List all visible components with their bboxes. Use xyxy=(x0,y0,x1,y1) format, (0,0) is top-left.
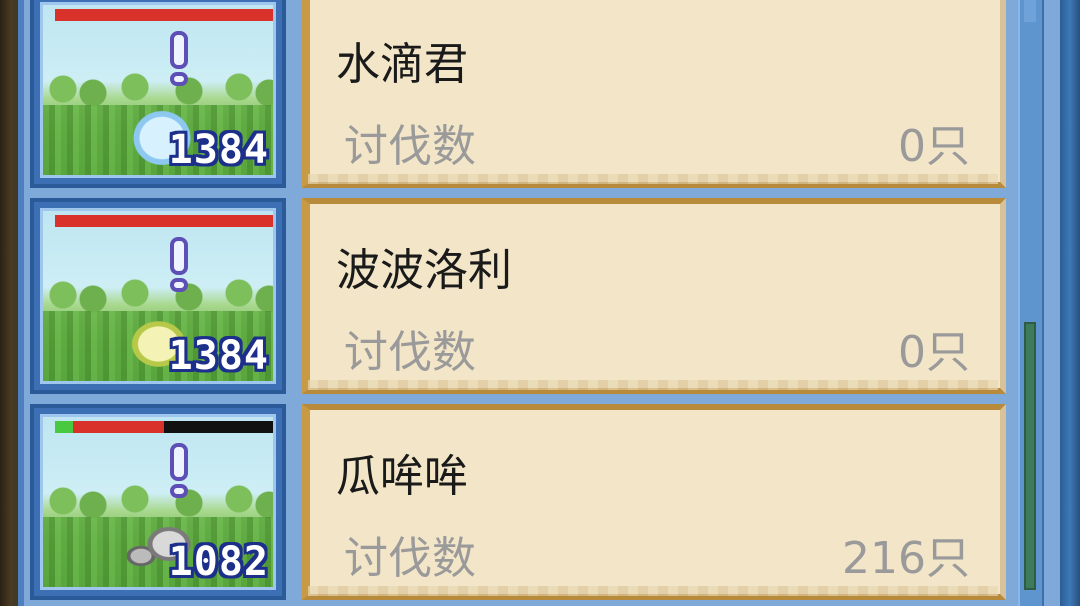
hp-bar xyxy=(55,421,273,433)
monster-name: 瓜哞哞 xyxy=(336,451,468,502)
kill-count-label: 讨伐数 xyxy=(344,327,476,378)
hp-bar xyxy=(55,9,273,21)
monster-info-card[interactable]: 波波洛利 讨伐数 0只 xyxy=(302,198,1006,394)
kill-count-value: 0只 xyxy=(898,121,970,172)
kill-count-value: 216只 xyxy=(842,533,970,584)
portrait-scene: 1384 xyxy=(40,208,276,384)
hp-bar-fill xyxy=(55,215,273,227)
power-value: 1384 xyxy=(168,127,269,173)
monster-name: 波波洛利 xyxy=(336,245,512,296)
monster-portrait[interactable]: 1384 xyxy=(30,198,286,394)
monster-info-card[interactable]: 水滴君 讨伐数 0只 xyxy=(302,0,1006,188)
panel-edge xyxy=(1060,0,1080,606)
portrait-scene: 1384 xyxy=(40,2,276,178)
scrollbar-thumb[interactable] xyxy=(1024,322,1036,590)
exclamation-icon xyxy=(167,237,191,295)
scrollbar-cap xyxy=(1024,0,1036,22)
monster-row[interactable]: 1384 水滴君 讨伐数 0只 xyxy=(30,0,1010,188)
monster-portrait[interactable]: 1384 xyxy=(30,0,286,188)
monster-info-card[interactable]: 瓜哞哞 讨伐数 216只 xyxy=(302,404,1006,600)
exclamation-icon xyxy=(167,443,191,501)
portrait-scene: 1082 xyxy=(40,414,276,590)
hp-bar xyxy=(55,215,273,227)
kill-count-value: 0只 xyxy=(898,327,970,378)
monster-row[interactable]: 1082 瓜哞哞 讨伐数 216只 xyxy=(30,404,1010,600)
monster-row[interactable]: 1384 波波洛利 讨伐数 0只 xyxy=(30,198,1010,394)
exclamation-icon xyxy=(167,31,191,89)
kill-count-label: 讨伐数 xyxy=(344,121,476,172)
hp-bar-fill xyxy=(73,421,164,433)
power-value: 1082 xyxy=(168,539,269,585)
hp-bar-fill xyxy=(55,9,273,21)
monster-portrait[interactable]: 1082 xyxy=(30,404,286,600)
kill-count-label: 讨伐数 xyxy=(344,533,476,584)
monster-name: 水滴君 xyxy=(336,39,468,90)
hp-bar-lead xyxy=(55,421,73,433)
power-value: 1384 xyxy=(168,333,269,379)
